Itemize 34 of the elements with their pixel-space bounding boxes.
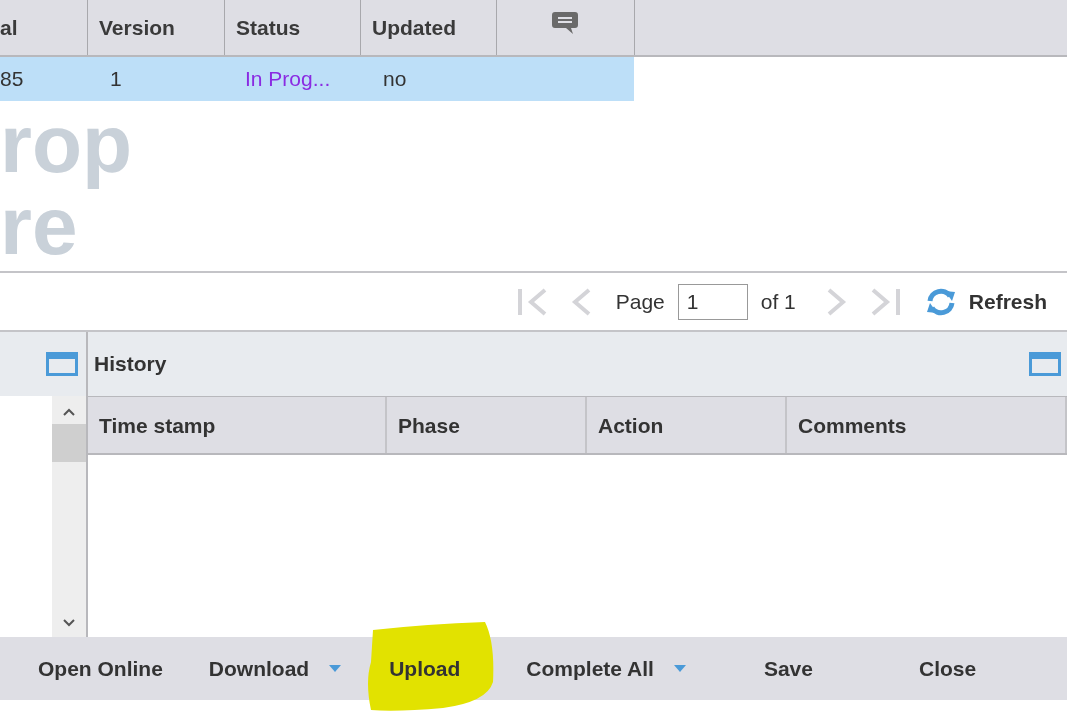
column-header[interactable]: Status — [225, 0, 361, 55]
table-cell-text: no — [382, 67, 408, 91]
column-header[interactable]: Comments — [787, 397, 1067, 453]
toolbar-button[interactable]: Download — [208, 656, 342, 681]
scroll-up-icon[interactable] — [63, 408, 75, 416]
toolbar-button[interactable]: Complete All — [526, 656, 686, 681]
page-count: of 1 — [760, 289, 796, 314]
scrollbar[interactable] — [52, 396, 86, 637]
page-field[interactable]: 1 — [677, 283, 748, 320]
table-cell-text: In Prog... — [244, 67, 332, 91]
comment-icon[interactable] — [551, 10, 579, 36]
column-header[interactable]: Updated — [361, 0, 497, 55]
toolbar-button[interactable]: Close — [918, 656, 977, 681]
toolbar-button[interactable]: Open Online — [38, 656, 163, 681]
refresh-button[interactable]: Refresh — [922, 286, 1047, 317]
caret-icon[interactable] — [673, 665, 686, 672]
scrollbar-thumb[interactable] — [52, 424, 86, 462]
page-label: Page — [615, 289, 665, 314]
maximize-icon[interactable] — [1029, 352, 1061, 376]
toolbar-button[interactable]: Upload — [389, 656, 461, 681]
toolbar-button[interactable]: Save — [763, 656, 813, 681]
caret-icon[interactable] — [329, 665, 342, 672]
column-header[interactable]: Phase — [387, 397, 587, 453]
column-header[interactable]: al — [0, 0, 88, 55]
maximize-icon[interactable] — [46, 352, 78, 376]
column-header[interactable]: Time stamp — [88, 397, 387, 453]
column-header[interactable]: Version — [88, 0, 225, 55]
scroll-down-icon[interactable] — [63, 619, 75, 627]
column-header[interactable]: Action — [587, 397, 787, 453]
table-cell-text: 1 — [109, 67, 123, 91]
table-row[interactable]: 85 1 In Prog... no — [0, 57, 634, 101]
table-cell-text: 85 — [0, 67, 25, 91]
panel-title: History — [94, 352, 167, 376]
first-page-icon[interactable] — [516, 286, 549, 317]
